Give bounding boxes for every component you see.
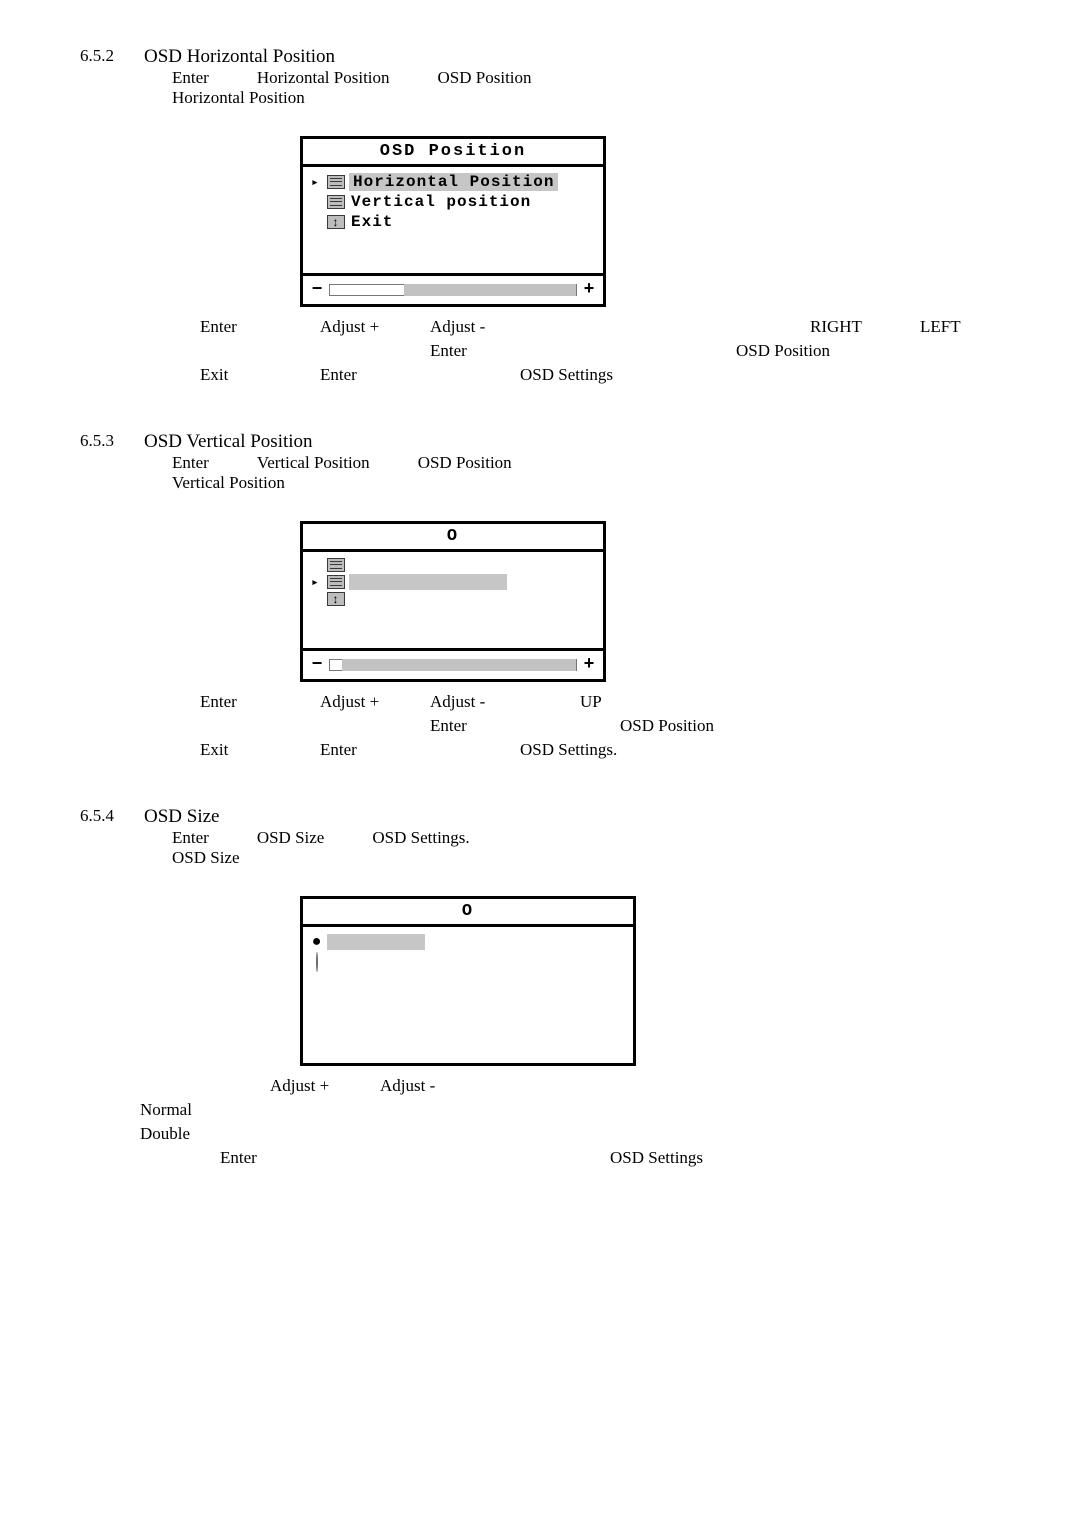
instr-enter: Enter (172, 68, 209, 88)
osd-menu-item-selected[interactable]: ▸ (311, 574, 595, 590)
osd-position-panel: OSD Position ▸ Horizontal Position Verti… (300, 136, 606, 307)
instr-label: OSD Size (257, 828, 325, 848)
label: Adjust - (430, 317, 520, 337)
plus-icon: + (583, 655, 595, 675)
label: OSD Settings (520, 365, 1000, 385)
label: OSD Position (520, 341, 1000, 361)
osd-panel-title: O (303, 899, 633, 927)
horizontal-icon (327, 558, 345, 572)
menu-arrow-icon: ▸ (311, 175, 323, 190)
section-number: 6.5.3 (80, 431, 130, 453)
label: Adjust - (380, 1076, 470, 1096)
plus-icon: + (583, 280, 595, 300)
instr-label: Horizontal Position (257, 68, 390, 88)
instr-label: OSD Position (438, 68, 532, 88)
label: Adjust + (320, 692, 430, 712)
radio-empty-icon (311, 953, 323, 971)
label: Enter (200, 317, 320, 337)
label: OSD Position (520, 716, 1000, 736)
radio-filled-icon: ● (311, 933, 323, 951)
instruction-block: Enter Vertical Position OSD Position Ver… (172, 453, 1000, 493)
instr-label: Vertical Position (172, 473, 1000, 493)
osd-item-label (349, 574, 507, 590)
osd-menu-item-vertical[interactable]: Vertical position (311, 193, 595, 211)
label: Exit (200, 365, 320, 385)
osd-menu-item-exit[interactable]: ↕ Exit (311, 213, 595, 231)
slider-track[interactable] (329, 659, 577, 671)
label: Enter (200, 692, 320, 712)
exit-icon: ↕ (327, 592, 345, 606)
instr-enter: Enter (172, 828, 209, 848)
label: OSD Settings. (520, 740, 1000, 760)
section-number: 6.5.2 (80, 46, 130, 68)
menu-arrow-icon: ▸ (311, 575, 323, 590)
vertical-icon (327, 195, 345, 209)
section-heading: 6.5.3 OSD Vertical Position (80, 431, 1000, 453)
instruction-block: Enter OSD Size OSD Settings. OSD Size (172, 828, 1000, 868)
section-title: OSD Size (144, 806, 219, 828)
osd-menu-item-exit[interactable]: ↕ (311, 592, 595, 606)
label: Adjust - (430, 692, 520, 712)
label: Adjust + (320, 317, 430, 337)
instruction-grid: Adjust + Adjust - Normal Double Enter OS… (140, 1076, 1000, 1168)
section-heading: 6.5.2 OSD Horizontal Position (80, 46, 1000, 68)
osd-option[interactable] (311, 953, 625, 971)
osd-slider[interactable]: − + (303, 648, 603, 679)
slider-fill (404, 284, 576, 296)
label: Enter (320, 365, 430, 385)
label: Enter (220, 1148, 380, 1168)
osd-size-panel: O ● (300, 896, 636, 1066)
slider-track[interactable] (329, 284, 577, 296)
label: RIGHT (810, 317, 920, 337)
instruction-grid: Enter Adjust + Adjust - RIGHT LEFT Enter… (200, 317, 1000, 385)
instr-label: OSD Settings. (372, 828, 469, 848)
exit-icon: ↕ (327, 215, 345, 229)
label: Enter (320, 740, 430, 760)
section-title: OSD Vertical Position (144, 431, 313, 453)
osd-panel-title: O (303, 524, 603, 552)
osd-option-selected[interactable]: ● (311, 933, 625, 951)
osd-item-label: Vertical position (349, 193, 531, 211)
label: Exit (200, 740, 320, 760)
label: OSD Settings (610, 1148, 703, 1168)
instr-label: OSD Position (418, 453, 512, 473)
label: Enter (430, 716, 520, 736)
label: Enter (430, 341, 520, 361)
osd-menu-item[interactable] (311, 558, 595, 572)
osd-panel-title: OSD Position (303, 139, 603, 167)
label: LEFT (920, 317, 1000, 337)
horizontal-icon (327, 175, 345, 189)
osd-item-label: Exit (349, 213, 393, 231)
osd-position-panel: O ▸ ↕ − + (300, 521, 606, 682)
instr-label: Vertical Position (257, 453, 370, 473)
osd-option-label (327, 934, 425, 950)
osd-slider[interactable]: − + (303, 273, 603, 304)
slider-fill (342, 659, 576, 671)
minus-icon: − (311, 280, 323, 300)
section-heading: 6.5.4 OSD Size (80, 806, 1000, 828)
section-title: OSD Horizontal Position (144, 46, 335, 68)
osd-item-label: Horizontal Position (349, 173, 558, 191)
instruction-block: Enter Horizontal Position OSD Position H… (172, 68, 1000, 108)
label: UP (520, 692, 1000, 712)
instr-label: Horizontal Position (172, 88, 1000, 108)
label: Normal (140, 1100, 192, 1119)
osd-menu-item-horizontal[interactable]: ▸ Horizontal Position (311, 173, 595, 191)
instruction-grid: Enter Adjust + Adjust - UP Enter OSD Pos… (200, 692, 1000, 760)
label: Double (140, 1124, 190, 1143)
instr-label: OSD Size (172, 848, 1000, 868)
section-number: 6.5.4 (80, 806, 130, 828)
vertical-icon (327, 575, 345, 589)
instr-enter: Enter (172, 453, 209, 473)
label: Adjust + (270, 1076, 380, 1096)
minus-icon: − (311, 655, 323, 675)
